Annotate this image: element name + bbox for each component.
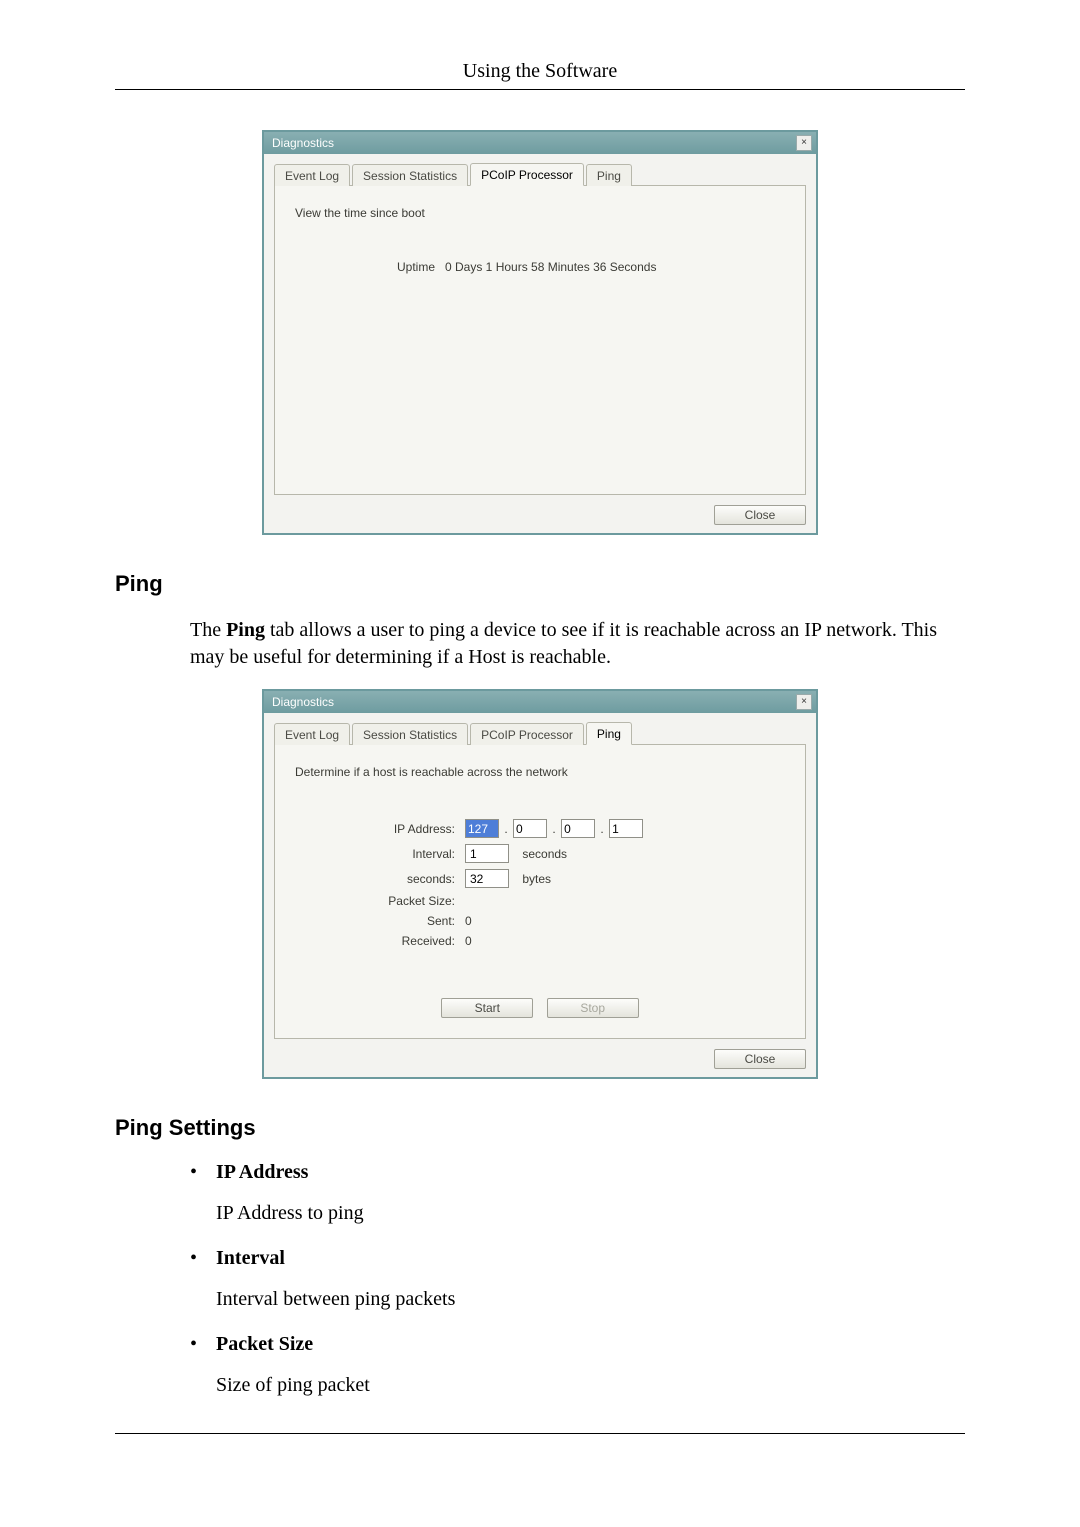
dialog-footer: Close: [264, 1045, 816, 1077]
ping-buttons: Start Stop: [295, 998, 785, 1018]
close-icon[interactable]: ×: [796, 135, 812, 151]
close-icon[interactable]: ×: [796, 694, 812, 710]
tab-session-statistics[interactable]: Session Statistics: [352, 723, 468, 745]
list-item-head: IP Address: [216, 1161, 308, 1183]
sent-value: 0: [465, 914, 472, 928]
ip-dot: .: [504, 822, 507, 836]
ip-octet-4[interactable]: [609, 819, 643, 838]
diagnostics-dialog: Diagnostics × Event Log Session Statisti…: [262, 130, 818, 535]
dialog-title: Diagnostics: [272, 136, 334, 150]
ip-octet-3[interactable]: [561, 819, 595, 838]
list-item: Packet Size Size of ping packet: [190, 1333, 965, 1397]
interval-unit: seconds: [522, 847, 567, 861]
uptime-value: 0 Days 1 Hours 58 Minutes 36 Seconds: [445, 260, 656, 274]
section-heading-ping-settings: Ping Settings: [115, 1115, 965, 1141]
ip-dot: .: [552, 822, 555, 836]
list-item-head: Packet Size: [216, 1333, 313, 1355]
tab-event-log[interactable]: Event Log: [274, 164, 350, 186]
list-item: Interval Interval between ping packets: [190, 1247, 965, 1311]
packet-size-label: Packet Size:: [295, 894, 465, 908]
dialog-titlebar: Diagnostics ×: [264, 691, 816, 713]
received-label: Received:: [295, 934, 465, 948]
close-button[interactable]: Close: [714, 1049, 806, 1069]
seconds-input[interactable]: [465, 869, 509, 888]
sent-label: Sent:: [295, 914, 465, 928]
interval-label: Interval:: [295, 847, 465, 861]
received-value: 0: [465, 934, 472, 948]
tab-panel: Determine if a host is reachable across …: [274, 744, 806, 1039]
seconds-label: seconds:: [295, 872, 465, 886]
list-item-head: Interval: [216, 1247, 285, 1269]
ip-address-value: . . .: [465, 819, 643, 838]
tab-session-statistics[interactable]: Session Statistics: [352, 164, 468, 186]
panel-description: Determine if a host is reachable across …: [295, 765, 785, 779]
page-footer-rule: [115, 1433, 965, 1444]
tab-event-log[interactable]: Event Log: [274, 723, 350, 745]
tab-ping[interactable]: Ping: [586, 164, 632, 186]
figure-ping: Diagnostics × Event Log Session Statisti…: [115, 689, 965, 1079]
seconds-unit: bytes: [522, 872, 551, 886]
dialog-title: Diagnostics: [272, 695, 334, 709]
figure-pcoip-processor: Diagnostics × Event Log Session Statisti…: [115, 130, 965, 535]
list-item-desc: Size of ping packet: [216, 1374, 965, 1397]
tab-ping[interactable]: Ping: [586, 722, 632, 745]
ping-paragraph: The Ping tab allows a user to ping a dev…: [190, 617, 965, 671]
start-button[interactable]: Start: [441, 998, 533, 1018]
tab-panel: View the time since boot Uptime 0 Days 1…: [274, 185, 806, 495]
list-item-desc: Interval between ping packets: [216, 1288, 965, 1311]
stop-button: Stop: [547, 998, 639, 1018]
settings-list: IP Address IP Address to ping Interval I…: [190, 1161, 965, 1397]
tab-pcoip-processor[interactable]: PCoIP Processor: [470, 723, 584, 745]
ip-dot: .: [600, 822, 603, 836]
uptime-label: Uptime: [295, 260, 445, 274]
interval-input[interactable]: [465, 844, 509, 863]
dialog-titlebar: Diagnostics ×: [264, 132, 816, 154]
dialog-footer: Close: [264, 501, 816, 533]
page-title: Using the Software: [115, 60, 965, 90]
ip-octet-1[interactable]: [465, 819, 499, 838]
section-heading-ping: Ping: [115, 571, 965, 597]
tab-pcoip-processor[interactable]: PCoIP Processor: [470, 163, 584, 186]
diagnostics-dialog-ping: Diagnostics × Event Log Session Statisti…: [262, 689, 818, 1079]
panel-description: View the time since boot: [295, 206, 785, 220]
close-button[interactable]: Close: [714, 505, 806, 525]
list-item: IP Address IP Address to ping: [190, 1161, 965, 1225]
ip-octet-2[interactable]: [513, 819, 547, 838]
ip-address-label: IP Address:: [295, 822, 465, 836]
tabs-row: Event Log Session Statistics PCoIP Proce…: [264, 713, 816, 744]
tabs-row: Event Log Session Statistics PCoIP Proce…: [264, 154, 816, 185]
list-item-desc: IP Address to ping: [216, 1202, 965, 1225]
